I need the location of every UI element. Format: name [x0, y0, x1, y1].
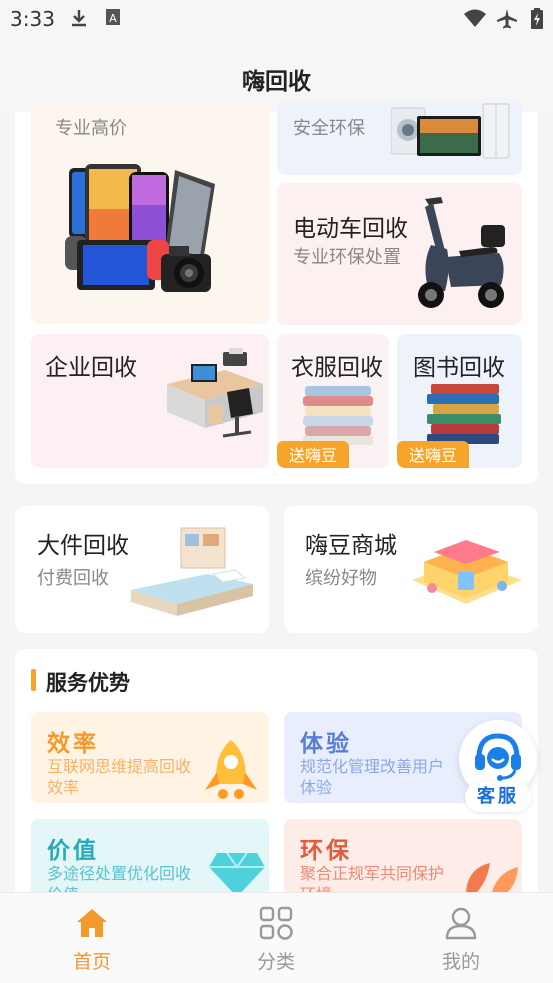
rocket-icon	[205, 740, 257, 799]
page-title: 嗨回收	[242, 69, 311, 95]
bean-mall-title: 嗨豆商城	[305, 533, 397, 559]
customer-service-button[interactable]: 客服	[459, 720, 537, 820]
advantage-experience-title: 体验	[300, 731, 352, 757]
headset-icon	[475, 733, 521, 781]
shop-illustration	[412, 540, 522, 604]
ebike-illustration	[418, 197, 505, 308]
advantage-efficiency: 效率 互联网思维提高回收效率	[31, 712, 269, 803]
tile-books-title: 图书回收	[413, 355, 505, 381]
clothes-stack-illustration	[303, 386, 373, 445]
bottom-tab-bar: 首页 分类 我的	[0, 892, 553, 983]
advantage-efficiency-title: 效率	[47, 731, 99, 757]
large-item-recycle-card[interactable]: 大件回收 付费回收	[15, 506, 269, 633]
customer-service-label: 客服	[465, 782, 531, 812]
tile-clothes-recycle[interactable]: 衣服回收 送嗨豆	[277, 334, 389, 468]
battery-charging-icon	[530, 8, 544, 36]
digital-devices-illustration	[65, 164, 215, 292]
status-time: 3:33	[10, 7, 55, 31]
tile-clothes-title: 衣服回收	[291, 355, 383, 381]
tab-home-label: 首页	[72, 951, 111, 973]
bean-mall-subtitle: 缤纷好物	[305, 568, 377, 589]
advantages-heading: 服务优势	[46, 671, 130, 695]
tile-appliance-recycle[interactable]: 安全环保	[277, 102, 522, 175]
office-desk-illustration	[167, 348, 263, 438]
user-icon	[445, 907, 477, 940]
tile-digital-subtitle: 专业高价	[55, 118, 127, 139]
tile-ebike-subtitle: 专业环保处置	[293, 247, 401, 268]
home-icon	[77, 909, 107, 937]
tile-ebike-recycle[interactable]: 电动车回收 专业环保处置	[277, 183, 522, 325]
advantage-value-title: 价值	[47, 838, 99, 864]
tile-appliance-subtitle: 安全环保	[293, 118, 365, 139]
category-grid-icon	[259, 906, 293, 940]
advantage-environment-title: 环保	[300, 838, 352, 864]
tab-category-label: 分类	[256, 951, 295, 973]
clothes-reward-tag: 送嗨豆	[277, 441, 350, 468]
large-item-subtitle: 付费回收	[37, 568, 109, 589]
tab-category[interactable]: 分类	[216, 893, 336, 983]
books-reward-tag: 送嗨豆	[397, 441, 470, 468]
large-item-title: 大件回收	[37, 533, 129, 559]
recycle-categories-card: 专业高价 安全环保 电动车回收 专业环保处置 企业回收 衣服回收 送嗨豆 图书回…	[15, 102, 538, 484]
books-stack-illustration	[427, 384, 501, 444]
tile-ebike-title: 电动车回收	[293, 216, 408, 242]
tab-profile-label: 我的	[441, 951, 480, 973]
advantage-efficiency-desc: 互联网思维提高回收效率	[47, 757, 192, 797]
appliances-illustration	[391, 103, 510, 159]
advantage-experience-desc: 规范化管理改善用户体验	[300, 757, 445, 797]
wifi-icon	[463, 8, 487, 34]
tile-enterprise-recycle[interactable]: 企业回收	[31, 334, 269, 468]
font-notification-icon: A	[105, 8, 121, 32]
tile-enterprise-title: 企业回收	[45, 355, 137, 381]
section-accent-bar	[31, 669, 36, 691]
status-bar: 3:33 A	[0, 0, 553, 40]
airplane-mode-icon	[496, 8, 518, 36]
tile-books-recycle[interactable]: 图书回收 送嗨豆	[397, 334, 522, 468]
tab-home[interactable]: 首页	[32, 893, 152, 983]
bed-illustration	[131, 527, 253, 616]
tile-digital-recycle[interactable]: 专业高价	[31, 102, 269, 324]
download-icon	[70, 8, 88, 34]
svg-text:A: A	[109, 12, 117, 25]
bean-mall-card[interactable]: 嗨豆商城 缤纷好物	[284, 506, 538, 633]
tab-profile[interactable]: 我的	[401, 893, 521, 983]
